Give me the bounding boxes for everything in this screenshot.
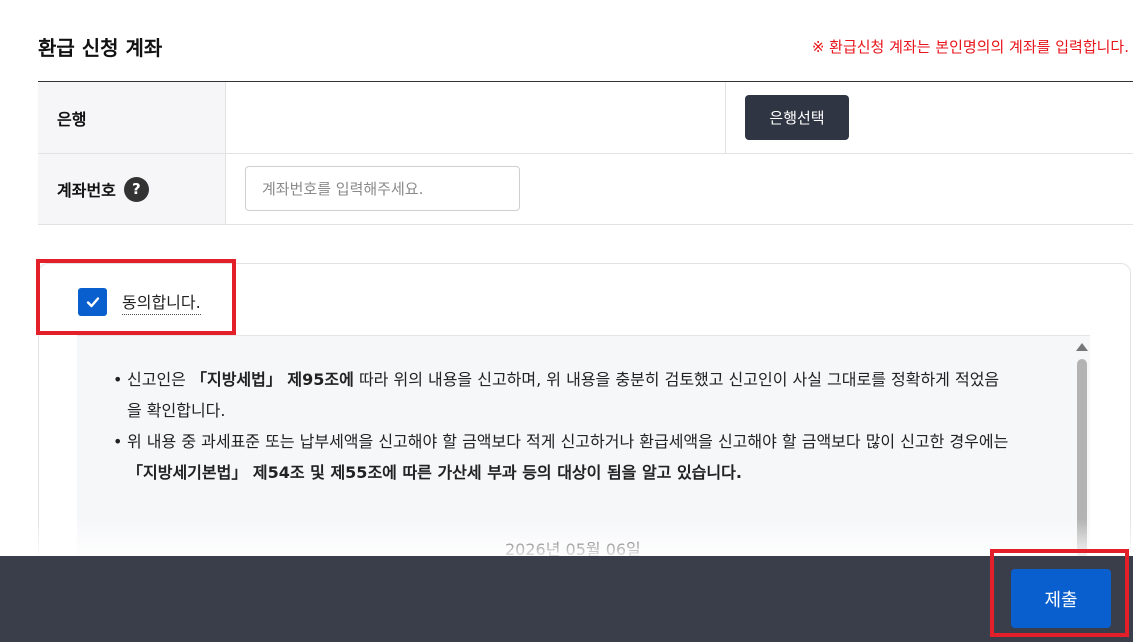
scroll-thumb[interactable] xyxy=(1077,359,1087,559)
agree-checkbox[interactable] xyxy=(78,288,107,316)
account-label: 계좌번호 xyxy=(57,181,116,200)
terms-box: 신고인은 「지방세법」 제95조에 따라 위의 내용을 신고하며, 위 내용을 … xyxy=(77,335,1090,575)
agree-checkbox-row[interactable]: 동의합니다. xyxy=(78,288,201,316)
bottom-action-bar xyxy=(0,556,1133,642)
terms-list: 신고인은 「지방세법」 제95조에 따라 위의 내용을 신고하며, 위 내용을 … xyxy=(113,364,1013,488)
account-row: 계좌번호 ? xyxy=(38,154,1133,225)
submit-button[interactable]: 제출 xyxy=(1011,569,1111,628)
terms-item: 위 내용 중 과세표준 또는 납부세액을 신고해야 할 금액보다 적게 신고하거… xyxy=(113,426,1013,488)
bank-row: 은행 은행선택 xyxy=(38,82,1133,154)
bank-cell-divider xyxy=(725,82,726,153)
scroll-up-arrow-icon[interactable] xyxy=(1076,343,1088,351)
agree-label[interactable]: 동의합니다. xyxy=(122,289,201,315)
help-icon[interactable]: ? xyxy=(123,176,149,202)
account-number-input[interactable] xyxy=(245,166,520,211)
section-title: 환급 신청 계좌 xyxy=(38,36,163,60)
account-notice: ※ 환급신청 계좌는 본인명의의 계좌를 입력합니다. xyxy=(811,38,1129,56)
bank-label: 은행 xyxy=(38,82,226,153)
bank-select-button[interactable]: 은행선택 xyxy=(745,95,849,140)
terms-scrollbar[interactable] xyxy=(1075,339,1089,579)
terms-item: 신고인은 「지방세법」 제95조에 따라 위의 내용을 신고하며, 위 내용을 … xyxy=(113,364,1013,426)
check-icon xyxy=(86,297,99,308)
account-label-cell: 계좌번호 ? xyxy=(38,154,226,224)
